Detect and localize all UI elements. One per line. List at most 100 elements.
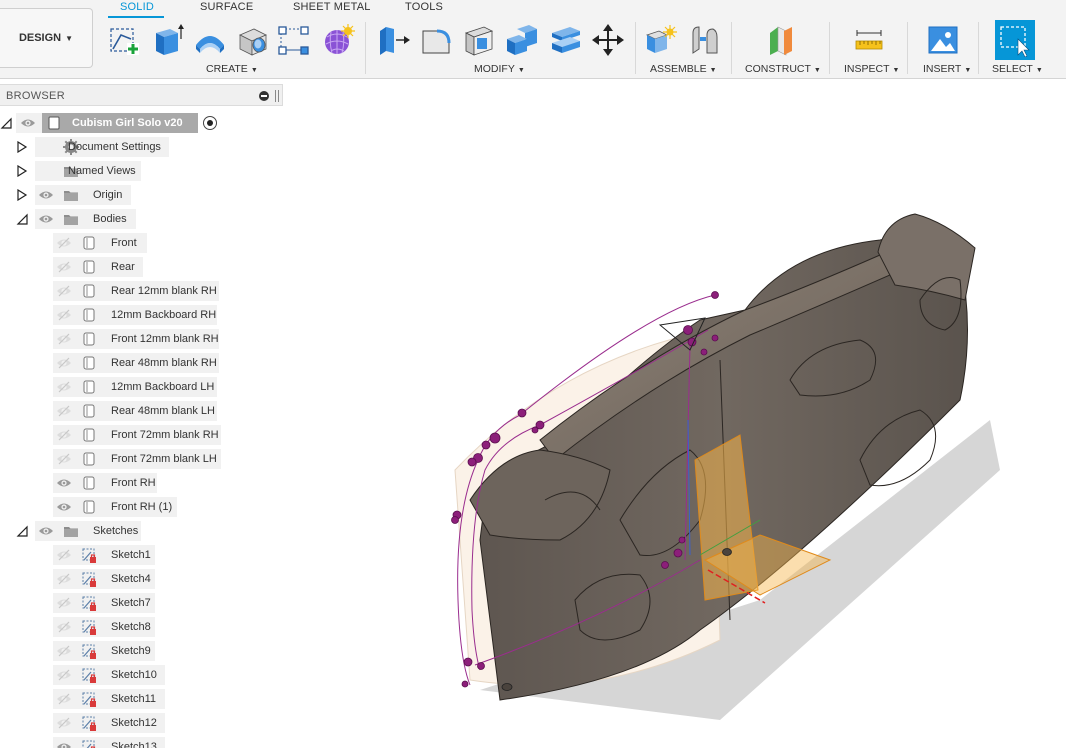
browser-tree-row[interactable]: Front RH (1) xyxy=(0,497,260,517)
expand-toggle-icon[interactable] xyxy=(16,140,28,154)
visibility-eye-icon[interactable] xyxy=(56,261,72,273)
browser-tree-row[interactable]: 12mm Backboard RH xyxy=(0,305,260,325)
canvas-viewport[interactable] xyxy=(286,82,1066,748)
insert-image-icon[interactable] xyxy=(925,22,961,58)
browser-tree-row[interactable]: Sketch10 xyxy=(0,665,260,685)
browser-tree-row[interactable]: Rear 12mm blank RH xyxy=(0,281,260,301)
browser-tree-row[interactable]: Sketches xyxy=(0,521,260,541)
select-menu[interactable]: SELECT ▼ xyxy=(992,63,1043,75)
tab-solid[interactable]: SOLID xyxy=(120,1,154,13)
browser-tree-row[interactable]: Front 72mm blank RH xyxy=(0,425,260,445)
browser-tree-row[interactable]: Rear xyxy=(0,257,260,277)
fillet-icon[interactable] xyxy=(418,22,454,58)
create-sketch-icon[interactable] xyxy=(106,22,142,58)
browser-tree-row[interactable]: Sketch11 xyxy=(0,689,260,709)
expand-toggle-icon[interactable] xyxy=(16,188,28,202)
visibility-eye-icon[interactable] xyxy=(38,189,54,201)
browser-tree-row[interactable]: Sketch9 xyxy=(0,641,260,661)
move-copy-icon[interactable] xyxy=(590,22,626,58)
visibility-eye-icon[interactable] xyxy=(56,429,72,441)
modify-menu[interactable]: MODIFY ▼ xyxy=(474,63,525,75)
browser-root-row[interactable]: Cubism Girl Solo v20 xyxy=(0,113,230,133)
root-label-chip[interactable]: Cubism Girl Solo v20 xyxy=(42,113,198,133)
visibility-eye-icon[interactable] xyxy=(56,549,72,561)
browser-tree-row[interactable]: Named Views xyxy=(0,161,260,181)
browser-tree-row[interactable]: Sketch4 xyxy=(0,569,260,589)
visibility-eye-icon[interactable] xyxy=(56,381,72,393)
new-component-icon[interactable] xyxy=(643,22,679,58)
inspect-menu-label: INSPECT xyxy=(844,63,890,75)
tab-surface[interactable]: SURFACE xyxy=(200,1,253,13)
visibility-eye-icon[interactable] xyxy=(56,309,72,321)
visibility-eye-icon[interactable] xyxy=(56,333,72,345)
visibility-eye-icon[interactable] xyxy=(56,237,72,249)
panel-grip-icon[interactable] xyxy=(275,90,279,102)
insert-menu[interactable]: INSERT ▼ xyxy=(923,63,971,75)
browser-tree-row[interactable]: 12mm Backboard LH xyxy=(0,377,260,397)
browser-tree-row[interactable]: Origin xyxy=(0,185,260,205)
browser-tree-row[interactable]: Document Settings xyxy=(0,137,260,157)
combine-icon[interactable] xyxy=(504,22,540,58)
tree-item-label: Rear 12mm blank RH xyxy=(111,285,217,297)
visibility-eye-icon[interactable] xyxy=(56,669,72,681)
visibility-eye-icon[interactable] xyxy=(56,285,72,297)
browser-tree-row[interactable]: Front 12mm blank RH xyxy=(0,329,260,349)
shell-icon[interactable] xyxy=(461,22,497,58)
inspect-menu[interactable]: INSPECT ▼ xyxy=(844,63,899,75)
browser-tree-row[interactable]: Bodies xyxy=(0,209,260,229)
visibility-eye-icon[interactable] xyxy=(56,501,72,513)
visibility-eye-icon[interactable] xyxy=(38,213,54,225)
collapse-icon[interactable] xyxy=(259,91,269,101)
workspace-switcher-button[interactable]: DESIGN ▼ xyxy=(0,8,93,68)
visibility-eye-icon[interactable] xyxy=(56,693,72,705)
browser-tree-row[interactable]: Rear 48mm blank LH xyxy=(0,401,260,421)
visibility-eye-icon[interactable] xyxy=(20,117,36,129)
browser-tree-row[interactable]: Sketch8 xyxy=(0,617,260,637)
expand-toggle-icon[interactable] xyxy=(0,117,12,129)
visibility-eye-icon[interactable] xyxy=(56,717,72,729)
sketch-icon xyxy=(81,739,97,748)
activate-radio-icon[interactable] xyxy=(203,116,217,130)
browser-tree-row[interactable]: Sketch12 xyxy=(0,713,260,733)
visibility-eye-icon[interactable] xyxy=(56,597,72,609)
hole-icon[interactable] xyxy=(235,22,271,58)
rectangular-pattern-icon[interactable] xyxy=(276,22,312,58)
browser-tree-row[interactable]: Rear 48mm blank RH xyxy=(0,353,260,373)
expand-toggle-icon[interactable] xyxy=(16,213,28,225)
tab-tools[interactable]: TOOLS xyxy=(405,1,443,13)
visibility-eye-icon[interactable] xyxy=(56,357,72,369)
browser-tree-row[interactable]: Front xyxy=(0,233,260,253)
visibility-eye-icon[interactable] xyxy=(56,453,72,465)
visibility-eye-icon[interactable] xyxy=(56,405,72,417)
expand-toggle-icon[interactable] xyxy=(16,164,28,178)
toolbar-divider xyxy=(978,22,979,74)
expand-toggle-icon[interactable] xyxy=(16,525,28,537)
browser-tree-row[interactable]: Sketch1 xyxy=(0,545,260,565)
browser-tree-row[interactable]: Sketch7 xyxy=(0,593,260,613)
visibility-eye-icon[interactable] xyxy=(56,741,72,748)
select-icon[interactable] xyxy=(995,20,1035,60)
extrude-icon[interactable] xyxy=(149,22,185,58)
press-pull-icon[interactable] xyxy=(375,22,411,58)
tab-sheet-metal[interactable]: SHEET METAL xyxy=(293,1,371,13)
visibility-eye-icon[interactable] xyxy=(56,477,72,489)
create-menu[interactable]: CREATE ▼ xyxy=(206,63,258,75)
offset-plane-icon[interactable] xyxy=(763,22,799,58)
assemble-menu[interactable]: ASSEMBLE ▼ xyxy=(650,63,717,75)
browser-tree-row[interactable]: Front RH xyxy=(0,473,260,493)
revolve-icon[interactable] xyxy=(192,22,228,58)
create-form-icon[interactable] xyxy=(320,22,356,58)
browser-tree-row[interactable]: Sketch13 xyxy=(0,737,260,748)
browser-tree-row[interactable]: Front 72mm blank LH xyxy=(0,449,260,469)
replace-face-icon[interactable] xyxy=(547,22,583,58)
joint-icon[interactable] xyxy=(686,22,722,58)
measure-icon[interactable] xyxy=(851,22,887,58)
construct-menu[interactable]: CONSTRUCT ▼ xyxy=(745,63,821,75)
visibility-eye-icon[interactable] xyxy=(38,525,54,537)
visibility-eye-icon[interactable] xyxy=(56,573,72,585)
visibility-eye-icon[interactable] xyxy=(56,645,72,657)
visibility-eye-icon[interactable] xyxy=(56,621,72,633)
workspace-label: DESIGN xyxy=(18,32,62,44)
tree-item-label: Front 72mm blank LH xyxy=(111,453,217,465)
body-icon xyxy=(81,451,97,467)
